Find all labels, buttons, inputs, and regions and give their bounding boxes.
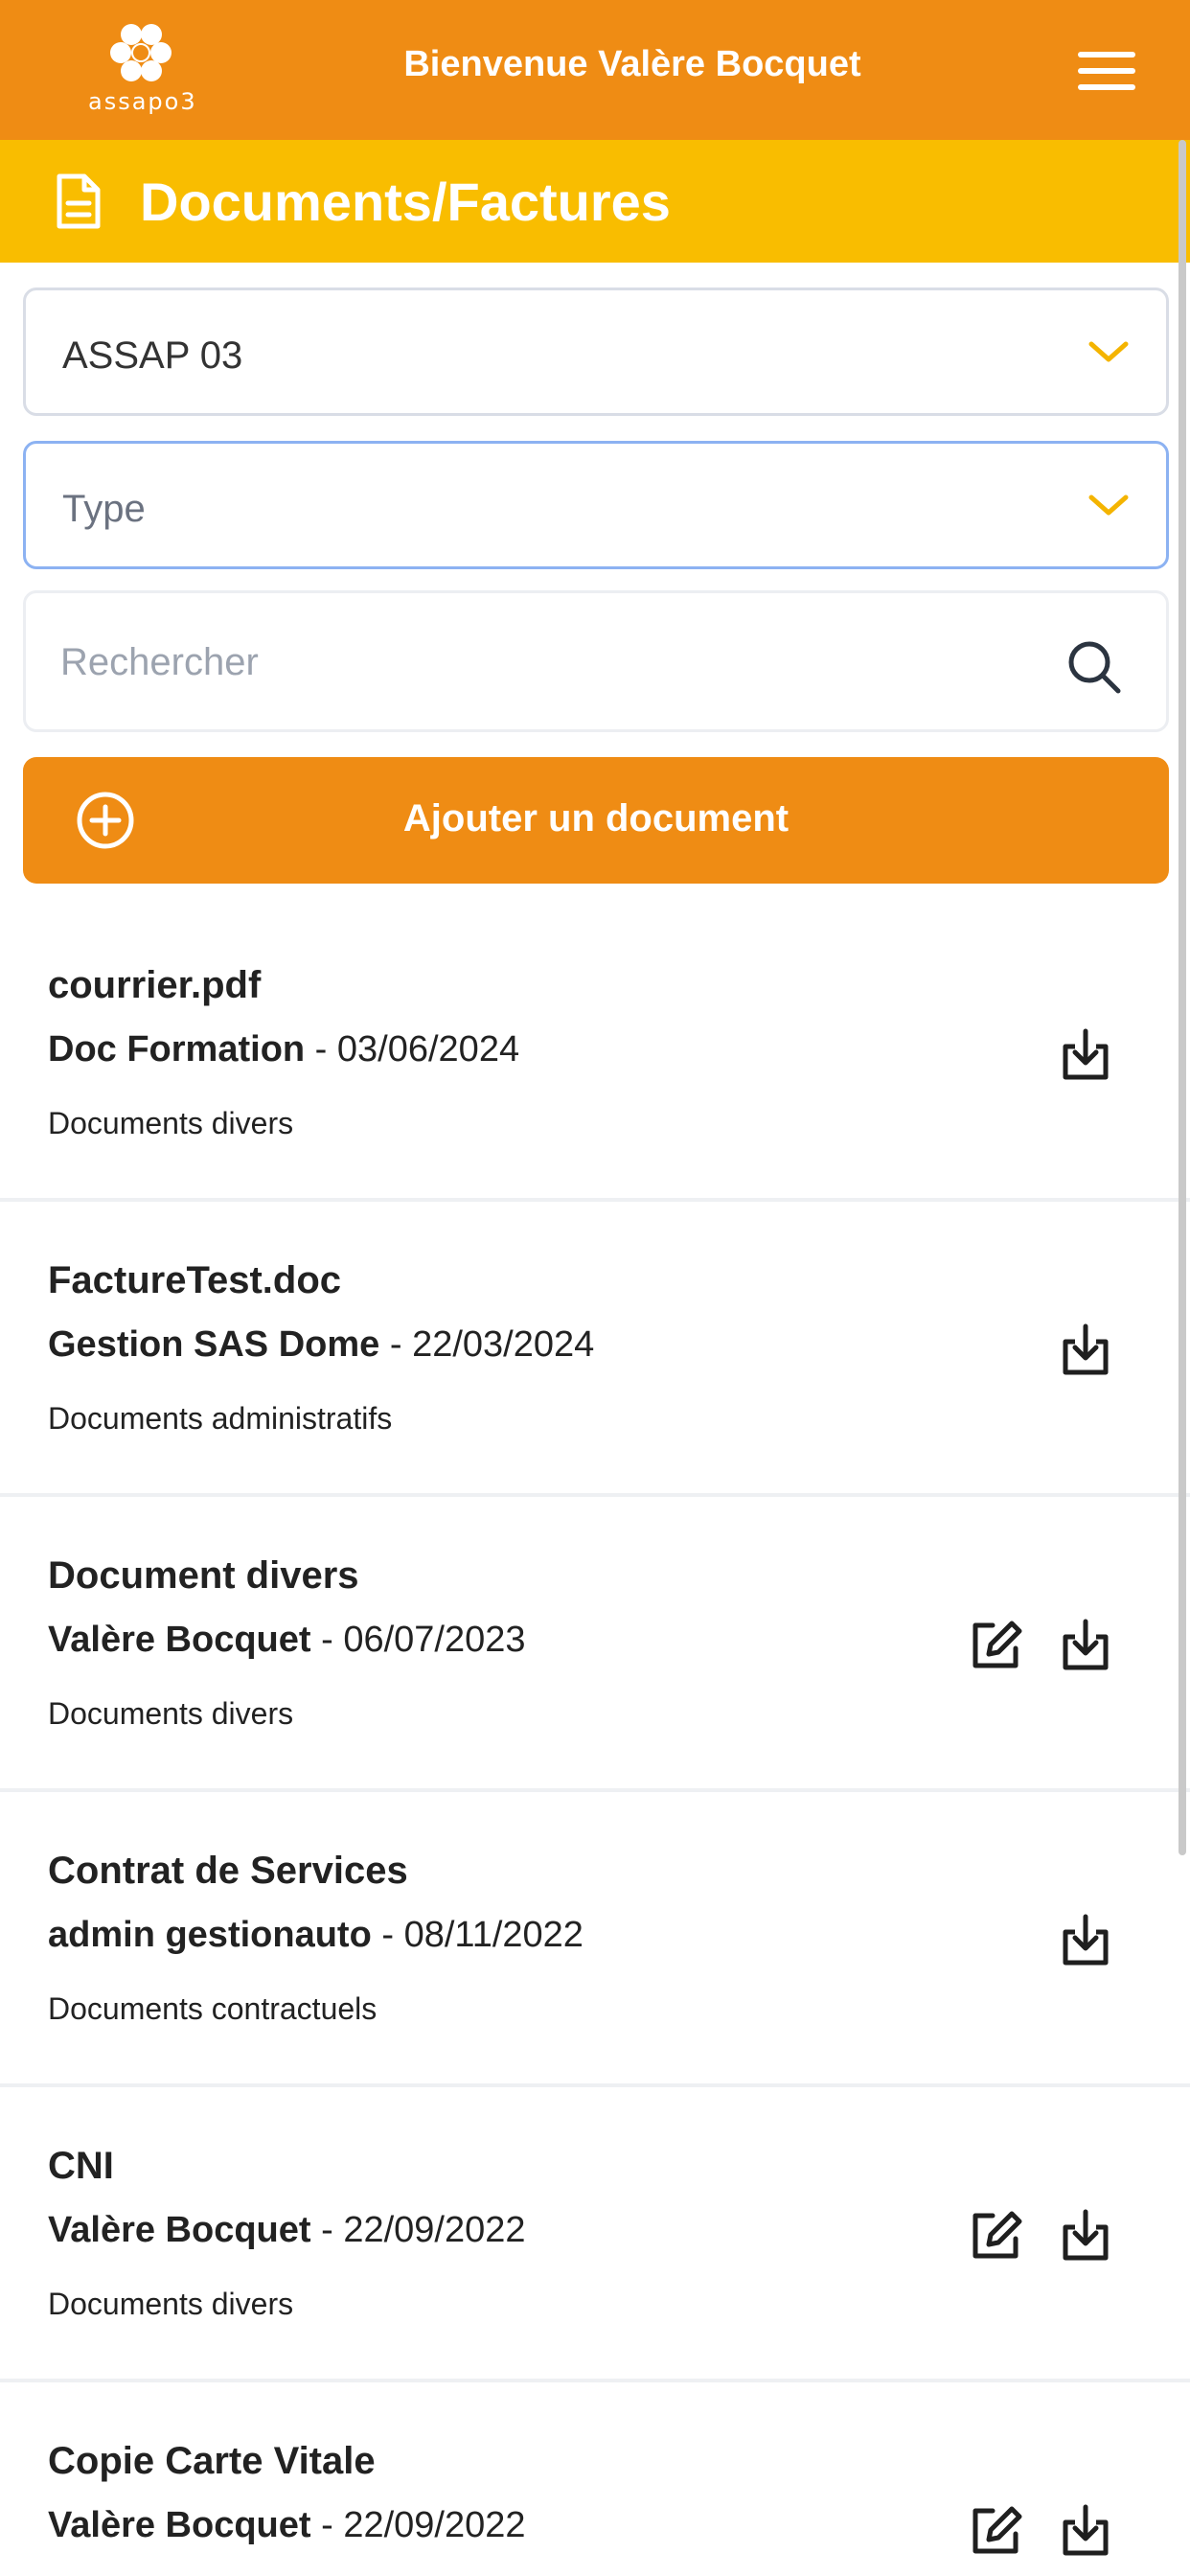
document-author: admin gestionauto bbox=[48, 1915, 372, 1955]
document-category: Documents administratifs bbox=[48, 1401, 393, 1436]
document-date: - 22/03/2024 bbox=[379, 1324, 595, 1365]
document-date: - 06/07/2023 bbox=[310, 1620, 526, 1660]
type-select-placeholder: Type bbox=[62, 488, 146, 530]
search-icon[interactable] bbox=[1064, 637, 1124, 697]
document-icon bbox=[57, 173, 101, 229]
document-author: Doc Formation bbox=[48, 1029, 306, 1070]
document-category: Documents divers bbox=[48, 2287, 294, 2321]
document-author: Valère Bocquet bbox=[48, 2505, 311, 2545]
scrollbar-thumb[interactable] bbox=[1179, 140, 1186, 1855]
document-meta: Doc Formation - 03/06/2024 bbox=[48, 1029, 519, 1070]
document-date: - 22/09/2022 bbox=[310, 2505, 526, 2545]
assapo3-logo[interactable]: assapo3 bbox=[88, 23, 197, 119]
search-input[interactable] bbox=[60, 635, 1018, 689]
logo-text: assapo3 bbox=[88, 88, 197, 115]
download-icon[interactable] bbox=[1054, 2204, 1117, 2267]
document-meta: admin gestionauto - 08/11/2022 bbox=[48, 1915, 584, 1956]
page-title: Documents/Factures bbox=[140, 172, 671, 232]
document-list: courrier.pdf Doc Formation - 03/06/2024 … bbox=[0, 907, 1190, 2576]
document-meta: Valère Bocquet - 22/09/2022 bbox=[48, 2505, 526, 2546]
page-title-bar: Documents/Factures bbox=[0, 140, 1190, 263]
document-name: Copie Carte Vitale bbox=[48, 2440, 376, 2482]
document-name: Document divers bbox=[48, 1554, 359, 1597]
chevron-down-icon bbox=[1088, 341, 1129, 362]
structure-select-value: ASSAP 03 bbox=[62, 334, 243, 377]
document-author: Valère Bocquet bbox=[48, 1620, 311, 1660]
document-name: FactureTest.doc bbox=[48, 1259, 341, 1301]
list-item[interactable]: courrier.pdf Doc Formation - 03/06/2024 … bbox=[0, 907, 1190, 1202]
document-category: Documents divers bbox=[48, 1696, 294, 1731]
edit-icon[interactable] bbox=[964, 2204, 1027, 2267]
welcome-message: Bienvenue Valère Bocquet bbox=[403, 44, 861, 84]
list-item[interactable]: Copie Carte Vitale Valère Bocquet - 22/0… bbox=[0, 2382, 1190, 2576]
search-field bbox=[23, 590, 1169, 732]
document-name: Contrat de Services bbox=[48, 1850, 408, 1892]
document-name: CNI bbox=[48, 2145, 114, 2187]
add-document-label: Ajouter un document bbox=[402, 797, 790, 840]
structure-select[interactable]: ASSAP 03 bbox=[23, 288, 1169, 416]
hamburger-menu-icon[interactable] bbox=[1075, 50, 1138, 92]
download-icon[interactable] bbox=[1054, 1024, 1117, 1087]
add-document-button[interactable]: Ajouter un document bbox=[23, 757, 1169, 884]
download-icon[interactable] bbox=[1054, 1319, 1117, 1382]
list-item[interactable]: Document divers Valère Bocquet - 06/07/2… bbox=[0, 1497, 1190, 1792]
document-meta: Valère Bocquet - 06/07/2023 bbox=[48, 1620, 526, 1661]
document-name: courrier.pdf bbox=[48, 964, 262, 1006]
edit-icon[interactable] bbox=[964, 2499, 1027, 2563]
edit-icon[interactable] bbox=[964, 1614, 1027, 1677]
document-author: Gestion SAS Dome bbox=[48, 1324, 380, 1365]
document-date: - 03/06/2024 bbox=[305, 1029, 520, 1070]
document-author: Valère Bocquet bbox=[48, 2210, 311, 2250]
list-item[interactable]: Contrat de Services admin gestionauto - … bbox=[0, 1792, 1190, 2087]
chevron-down-icon bbox=[1088, 494, 1129, 516]
document-meta: Valère Bocquet - 22/09/2022 bbox=[48, 2210, 526, 2251]
document-date: - 08/11/2022 bbox=[371, 1915, 584, 1955]
type-select[interactable]: Type bbox=[23, 441, 1169, 569]
document-category: Documents contractuels bbox=[48, 1991, 378, 2026]
list-item[interactable]: CNI Valère Bocquet - 22/09/2022 Document… bbox=[0, 2087, 1190, 2382]
list-item[interactable]: FactureTest.doc Gestion SAS Dome - 22/03… bbox=[0, 1202, 1190, 1497]
document-date: - 22/09/2022 bbox=[310, 2210, 526, 2250]
honeycomb-logo-icon bbox=[110, 24, 172, 81]
document-meta: Gestion SAS Dome - 22/03/2024 bbox=[48, 1324, 594, 1366]
download-icon[interactable] bbox=[1054, 1614, 1117, 1677]
document-category: Documents divers bbox=[48, 1106, 294, 1140]
download-icon[interactable] bbox=[1054, 1909, 1117, 1972]
download-icon[interactable] bbox=[1054, 2499, 1117, 2563]
app-header: assapo3 Bienvenue Valère Bocquet bbox=[0, 0, 1190, 140]
